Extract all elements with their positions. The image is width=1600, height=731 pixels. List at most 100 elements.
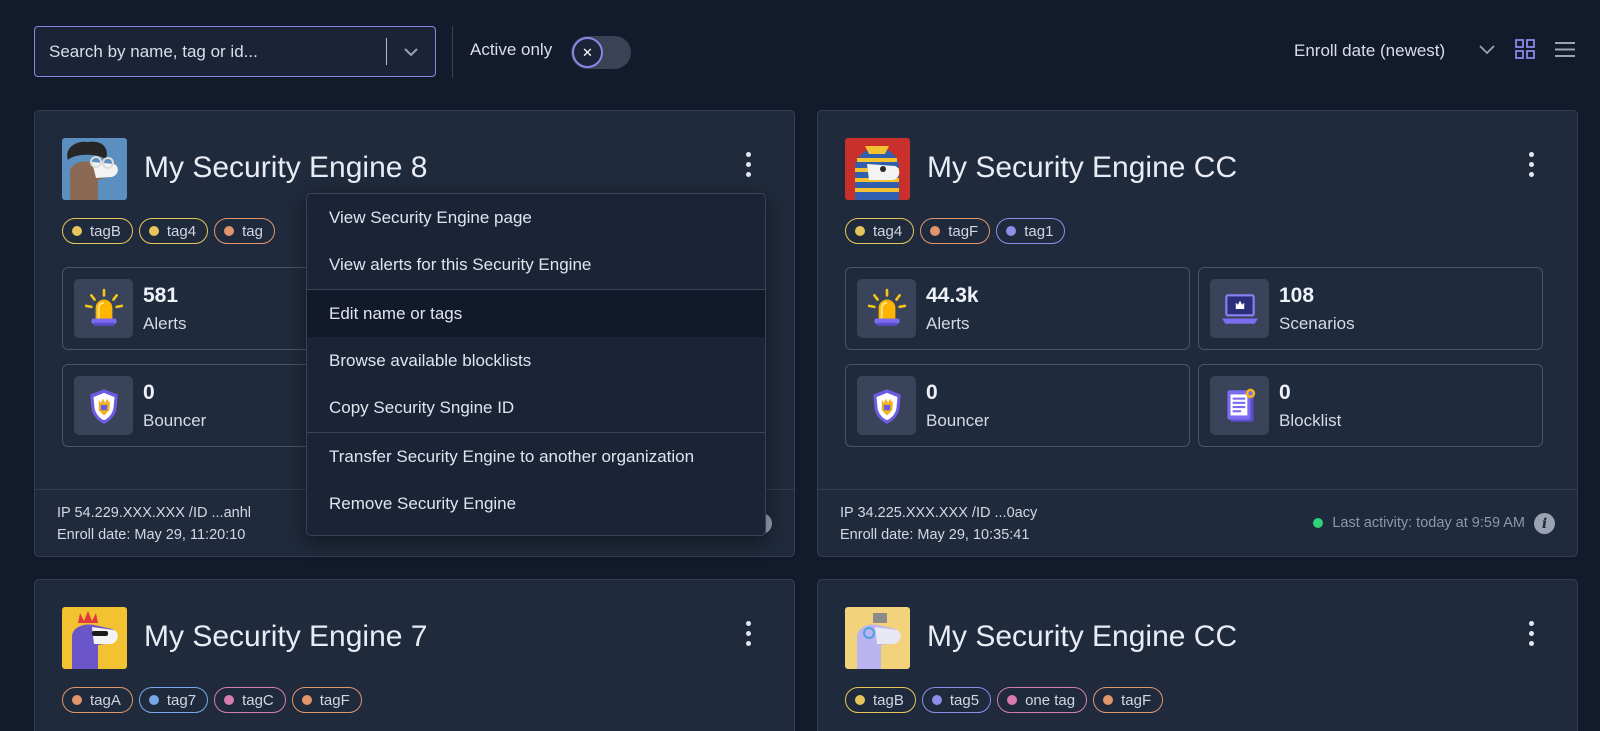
chevron-down-icon[interactable] bbox=[387, 27, 435, 76]
more-options-icon[interactable] bbox=[741, 618, 755, 650]
tag-label: tag4 bbox=[873, 222, 903, 240]
tag-label: tag1 bbox=[1024, 222, 1054, 240]
siren-icon bbox=[857, 279, 916, 338]
tag-dot bbox=[931, 695, 942, 705]
laptop-icon bbox=[1210, 279, 1269, 338]
toolbar: Active only ✕ Enroll date (newest) bbox=[0, 0, 1600, 104]
tag-label: tagA bbox=[90, 691, 121, 709]
tag-chip[interactable]: tagF bbox=[920, 218, 991, 244]
list-view-icon[interactable] bbox=[1555, 41, 1575, 58]
menu-item-remove-engine[interactable]: Remove Security Engine bbox=[307, 480, 765, 527]
avatar bbox=[845, 138, 910, 200]
tag-label: tagF bbox=[948, 222, 979, 240]
menu-item-view-engine-page[interactable]: View Security Engine page bbox=[307, 194, 765, 241]
engine-card: My Security Engine CC tagB tag5 one tag … bbox=[817, 579, 1578, 731]
tag-label: one tag bbox=[1025, 691, 1076, 709]
tag-chip[interactable]: tag4 bbox=[845, 218, 915, 244]
stat-scenarios[interactable]: 108 Scenarios bbox=[1198, 267, 1543, 350]
info-icon[interactable]: i bbox=[1534, 513, 1555, 534]
menu-item-view-alerts[interactable]: View alerts for this Security Engine bbox=[307, 241, 765, 288]
tag-chip[interactable]: tagA bbox=[62, 687, 133, 713]
last-activity: Last activity: today at 9:59 AM bbox=[1313, 515, 1525, 531]
more-options-icon[interactable] bbox=[1524, 149, 1538, 181]
stat-bouncer[interactable]: 0 Bouncer bbox=[845, 364, 1190, 447]
card-footer: IP 34.225.XXX.XXX /ID ...0acy Enroll dat… bbox=[818, 489, 1577, 556]
tag-dot bbox=[855, 695, 865, 705]
tag-label: tag7 bbox=[166, 691, 197, 709]
tag-list: tagB tag4 tag bbox=[62, 218, 275, 244]
shield-icon bbox=[74, 376, 133, 435]
card-title[interactable]: My Security Engine 7 bbox=[144, 620, 427, 654]
tag-dot bbox=[1007, 695, 1018, 705]
engine-ip: IP 54.229.XXX.XXX /ID ...anhl bbox=[57, 505, 251, 521]
more-options-icon[interactable] bbox=[741, 149, 755, 181]
tag-label: tagB bbox=[873, 691, 904, 709]
menu-item-edit-name-tags[interactable]: Edit name or tags bbox=[307, 290, 765, 337]
stat-value: 0 bbox=[143, 381, 155, 404]
tag-chip[interactable]: tagF bbox=[1093, 687, 1164, 713]
stat-blocklist[interactable]: 0 Blocklist bbox=[1198, 364, 1543, 447]
tag-dot bbox=[224, 226, 235, 236]
stat-value: 108 bbox=[1279, 284, 1315, 307]
tag-label: tagB bbox=[90, 222, 121, 240]
tag-dot bbox=[148, 695, 159, 705]
tag-chip[interactable]: tagB bbox=[845, 687, 916, 713]
stat-label: Alerts bbox=[143, 314, 187, 333]
close-icon: ✕ bbox=[572, 37, 603, 68]
avatar bbox=[62, 138, 127, 200]
tag-chip[interactable]: tagB bbox=[62, 218, 133, 244]
tag-list: tagA tag7 tagC tagF bbox=[62, 687, 362, 713]
active-only-label: Active only bbox=[470, 40, 553, 59]
tag-list: tag4 tagF tag1 bbox=[845, 218, 1066, 244]
siren-icon bbox=[74, 279, 133, 338]
tag-list: tagB tag5 one tag tagF bbox=[845, 687, 1164, 713]
menu-item-transfer-engine[interactable]: Transfer Security Engine to another orga… bbox=[307, 433, 765, 480]
tag-dot bbox=[72, 695, 82, 705]
tag-chip[interactable]: tag7 bbox=[138, 687, 209, 713]
tag-chip[interactable]: one tag bbox=[997, 687, 1088, 713]
tag-dot bbox=[301, 695, 312, 705]
tag-chip[interactable]: tag4 bbox=[138, 218, 209, 244]
tag-label: tagF bbox=[1121, 691, 1152, 709]
tag-label: tag bbox=[242, 222, 263, 240]
tag-label: tagF bbox=[319, 691, 350, 709]
tag-chip[interactable]: tag5 bbox=[921, 687, 992, 713]
stat-label: Alerts bbox=[926, 314, 970, 333]
stat-value: 0 bbox=[1279, 381, 1291, 404]
enroll-date: Enroll date: May 29, 11:20:10 bbox=[57, 527, 246, 543]
stat-label: Bouncer bbox=[926, 411, 990, 430]
tag-chip[interactable]: tag bbox=[214, 218, 275, 244]
tag-label: tagC bbox=[242, 691, 274, 709]
stat-label: Scenarios bbox=[1279, 314, 1355, 333]
tag-dot bbox=[224, 695, 235, 705]
active-only-toggle[interactable]: ✕ bbox=[571, 36, 631, 69]
engine-ip: IP 34.225.XXX.XXX /ID ...0acy bbox=[840, 505, 1038, 521]
more-options-icon[interactable] bbox=[1524, 618, 1538, 650]
enroll-date: Enroll date: May 29, 10:35:41 bbox=[840, 527, 1030, 543]
menu-item-browse-blocklists[interactable]: Browse available blocklists bbox=[307, 337, 765, 384]
stat-value: 581 bbox=[143, 284, 179, 307]
stat-alerts[interactable]: 44.3k Alerts bbox=[845, 267, 1190, 350]
engine-context-menu: View Security Engine page View alerts fo… bbox=[306, 193, 766, 536]
tag-dot bbox=[1103, 695, 1114, 705]
card-title[interactable]: My Security Engine CC bbox=[927, 620, 1237, 654]
tag-chip[interactable]: tag1 bbox=[996, 218, 1066, 244]
chevron-down-icon[interactable] bbox=[1478, 44, 1496, 55]
menu-item-copy-engine-id[interactable]: Copy Security Sngine ID bbox=[307, 384, 765, 431]
engine-card: My Security Engine 7 tagA tag7 tagC tagF bbox=[34, 579, 795, 731]
avatar bbox=[62, 607, 127, 669]
tag-chip[interactable]: tagC bbox=[214, 687, 286, 713]
search-field[interactable] bbox=[34, 26, 436, 77]
sort-dropdown[interactable]: Enroll date (newest) bbox=[1294, 41, 1445, 61]
tag-dot bbox=[148, 226, 159, 236]
card-title[interactable]: My Security Engine 8 bbox=[144, 151, 427, 185]
blocklist-icon bbox=[1210, 376, 1269, 435]
tag-dot bbox=[1006, 226, 1017, 236]
card-title[interactable]: My Security Engine CC bbox=[927, 151, 1237, 185]
shield-icon bbox=[857, 376, 916, 435]
tag-chip[interactable]: tagF bbox=[291, 687, 362, 713]
search-input[interactable] bbox=[35, 27, 386, 76]
tag-dot bbox=[72, 226, 82, 236]
avatar bbox=[845, 607, 910, 669]
grid-view-icon[interactable] bbox=[1515, 39, 1535, 59]
